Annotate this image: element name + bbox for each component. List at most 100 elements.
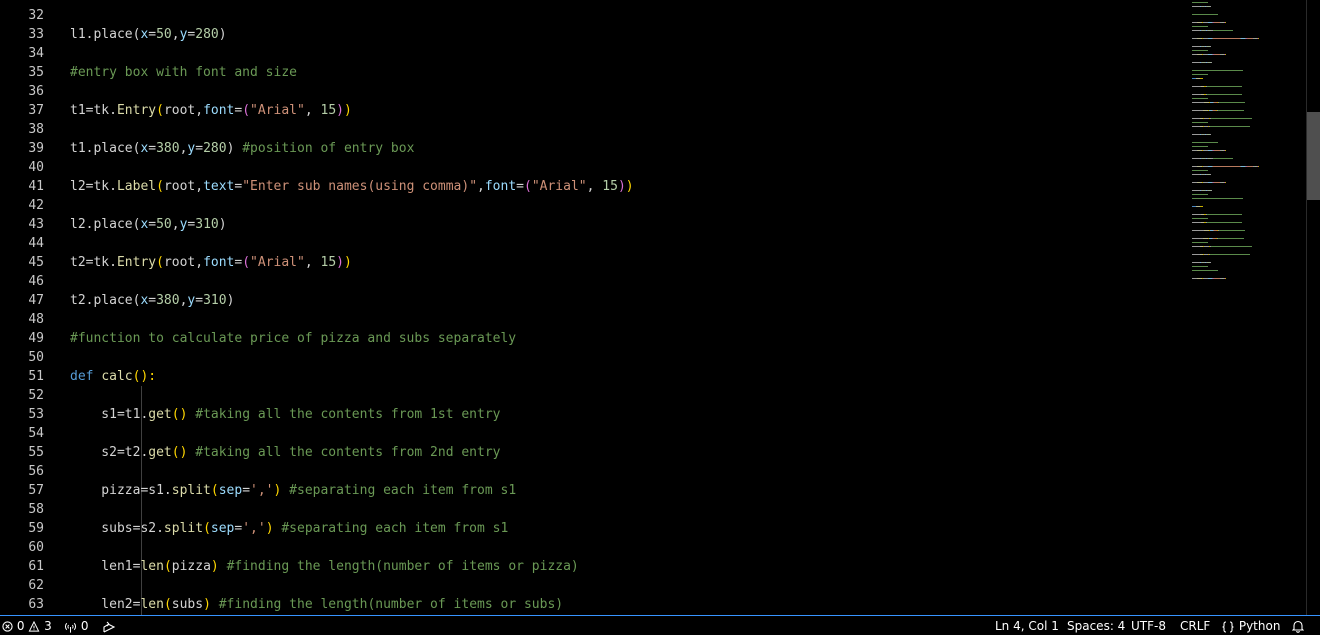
minimap-line (1211, 118, 1252, 119)
code-token: ',' (242, 521, 266, 536)
vertical-scrollbar[interactable] (1306, 0, 1320, 615)
line-number: 55 (28, 445, 44, 460)
minimap-line (1210, 134, 1211, 135)
line-number: 38 (28, 122, 44, 137)
live-share-button[interactable] (102, 618, 116, 634)
line-number: 47 (28, 293, 44, 308)
code-token: font (203, 103, 235, 118)
code-token: ) (336, 103, 344, 118)
code-token: ( (210, 483, 219, 498)
code-line[interactable]: len1=len(pizza) #finding the length(numb… (70, 557, 578, 576)
code-token: #entry box with font and size (70, 65, 297, 80)
line-number-gutter: 32 33 34 35 36 37 38 39 40 41 42 43 44 45 46 47 48 49 50 51… (0, 0, 62, 615)
minimap-line (1207, 86, 1242, 87)
editor-area[interactable]: 32 33 34 35 36 37 38 39 40 41 42 43 44 45 46 47 48 49 50 51… (0, 0, 1320, 615)
code-line[interactable]: def calc(): (70, 367, 156, 386)
indentation-selector[interactable]: Spaces: 4 (1067, 618, 1125, 634)
minimap-line (1218, 238, 1244, 239)
minimap-line (1192, 70, 1243, 71)
notifications-button[interactable] (1292, 618, 1304, 634)
code-line[interactable]: t2.place(x=380,y=310) (70, 291, 234, 310)
code-token: (): (132, 369, 157, 384)
code-token: () (171, 445, 188, 460)
minimap-line (1210, 262, 1211, 263)
code-token: #finding the length(number of items or s… (218, 597, 564, 612)
cursor-position[interactable]: Ln 4, Col 1 (995, 618, 1059, 634)
code-token: , (171, 27, 180, 42)
minimap-line (1192, 158, 1200, 159)
line-ending-selector[interactable]: CRLF (1180, 618, 1210, 634)
code-token: t1=tk. (70, 103, 117, 118)
line-number: 60 (28, 540, 44, 555)
code-line[interactable]: l2=tk.Label(root,text="Enter sub names(u… (70, 177, 634, 196)
code-line[interactable]: #entry box with font and size (70, 63, 297, 82)
minimap-line (1225, 54, 1226, 55)
minimap-line (1225, 150, 1226, 151)
code-line[interactable]: pizza=s1.split(sep=',') #separating each… (70, 481, 516, 500)
antenna-icon (64, 621, 77, 633)
code-token: text (203, 179, 235, 194)
minimap-line (1219, 102, 1245, 103)
language-mode-selector[interactable]: Python (1221, 618, 1280, 634)
code-token: ( (203, 521, 211, 536)
code-token: ) (226, 141, 243, 156)
braces-icon (1221, 620, 1235, 633)
code-token: #position of entry box (242, 141, 415, 156)
code-token: ( (242, 103, 251, 118)
code-token: ( (163, 597, 172, 612)
line-number: 33 (28, 27, 44, 42)
code-token: = (148, 27, 157, 42)
line-number: 40 (28, 160, 44, 175)
line-number: 53 (28, 407, 44, 422)
minimap-line (1219, 230, 1245, 231)
code-token: ) (265, 521, 274, 536)
code-token: #taking all the contents from 2nd entry (195, 445, 501, 460)
minimap-line (1210, 254, 1250, 255)
minimap-line (1207, 222, 1242, 223)
minimap-line (1192, 50, 1208, 51)
code-token: 310 (203, 293, 227, 308)
minimap-line (1258, 166, 1259, 167)
code-token: def (70, 369, 102, 384)
encoding-selector[interactable]: UTF-8 (1131, 618, 1166, 634)
minimap-line (1258, 38, 1259, 39)
code-line[interactable]: l2.place(x=50,y=310) (70, 215, 227, 234)
minimap[interactable] (1192, 0, 1304, 615)
code-line[interactable]: s2=t2.get() #taking all the contents fro… (70, 443, 501, 462)
minimap-line (1192, 266, 1208, 267)
code-token: "Arial" (250, 103, 305, 118)
code-token: = (242, 483, 251, 498)
minimap-line (1192, 254, 1200, 255)
code-token: "Arial" (531, 179, 587, 194)
code-line[interactable]: t2=tk.Entry(root,font=("Arial", 15)) (70, 253, 352, 272)
code-token: 15 (602, 179, 618, 194)
code-line[interactable]: s1=t1.get() #taking all the contents fro… (70, 405, 500, 424)
code-token: font (203, 255, 235, 270)
minimap-line (1192, 222, 1201, 223)
minimap-line (1213, 166, 1240, 167)
code-line[interactable]: #function to calculate price of pizza an… (70, 329, 516, 348)
code-token: 380 (156, 141, 180, 156)
code-token: #separating each item from s1 (281, 521, 509, 536)
code-line[interactable]: subs=s2.split(sep=',') #separating each … (70, 519, 508, 538)
minimap-line (1192, 6, 1200, 7)
code-content[interactable]: l1.place(x=50,y=280) #entry box with font… (70, 0, 1180, 615)
scrollbar-thumb[interactable] (1307, 112, 1320, 200)
status-bar: 0 3 0 Ln 4, Col 1 Spaces: 4 UTF-8 CRLF P… (0, 615, 1320, 635)
minimap-line (1192, 2, 1208, 3)
code-line[interactable]: l1.place(x=50,y=280) (70, 25, 227, 44)
minimap-line (1192, 98, 1208, 99)
code-line[interactable]: t1=tk.Entry(root,font=("Arial", 15)) (70, 101, 352, 120)
ports-indicator[interactable]: 0 (64, 618, 88, 634)
minimap-line (1192, 242, 1208, 243)
minimap-line (1207, 94, 1242, 95)
code-token: 310 (195, 217, 219, 232)
line-number: 46 (28, 274, 44, 289)
minimap-line (1192, 118, 1200, 119)
code-token: ) (343, 103, 352, 118)
code-line[interactable]: len2=len(subs) #finding the length(numbe… (70, 595, 563, 614)
code-token: = (516, 179, 524, 194)
code-line[interactable]: t1.place(x=380,y=280) #position of entry… (70, 139, 414, 158)
problems-indicator[interactable]: 0 3 (2, 618, 52, 634)
